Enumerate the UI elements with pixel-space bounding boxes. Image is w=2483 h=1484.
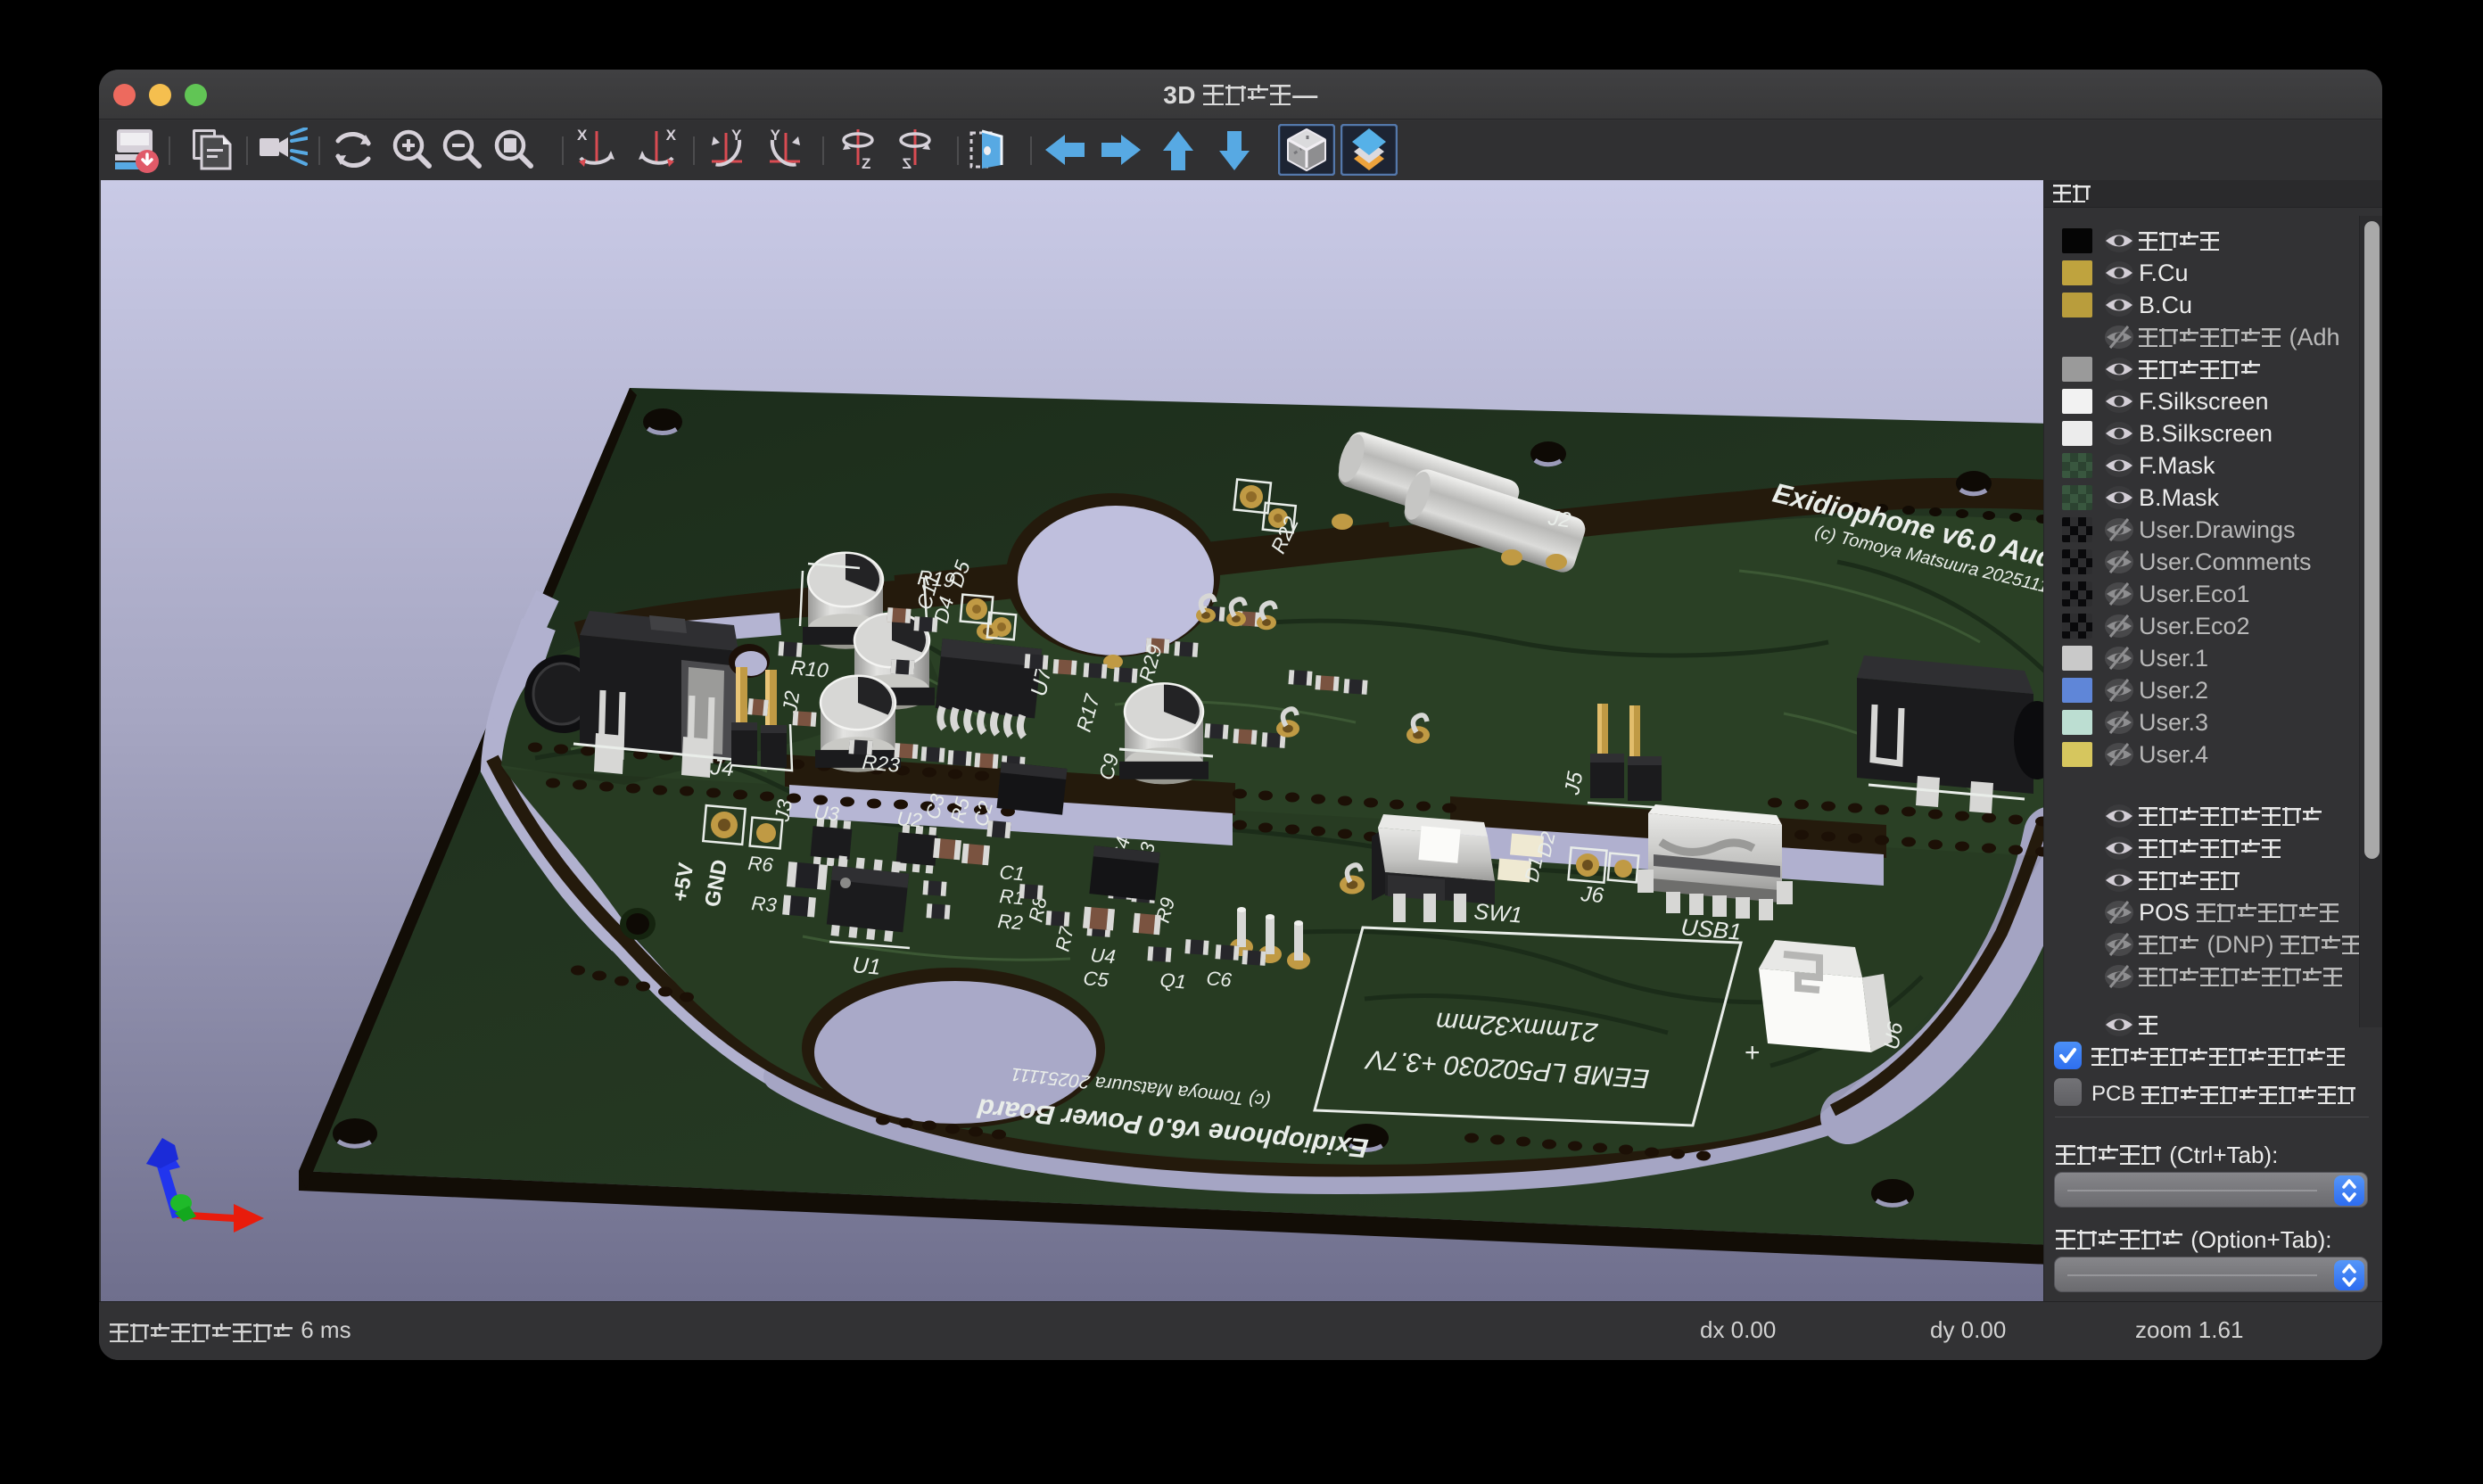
svg-text:J6: J6 [1579, 882, 1604, 908]
svg-text:J5: J5 [1560, 770, 1588, 797]
svg-text:U4: U4 [1090, 944, 1117, 968]
svg-text:SW1: SW1 [1472, 899, 1522, 928]
svg-text:R2: R2 [997, 910, 1024, 934]
svg-text:+: + [1745, 1038, 1761, 1068]
svg-text:R6: R6 [747, 852, 775, 876]
svg-text:J4: J4 [708, 754, 735, 781]
svg-text:R10: R10 [790, 655, 830, 682]
svg-text:J3: J3 [770, 797, 796, 824]
svg-text:U1: U1 [851, 952, 881, 980]
svg-text:X: X [577, 128, 588, 144]
svg-text:J2: J2 [778, 689, 804, 715]
svg-text:C6: C6 [1206, 967, 1233, 991]
svg-text:U6: U6 [1879, 1019, 1908, 1051]
svg-text:U3: U3 [813, 801, 841, 825]
svg-text:Z: Z [903, 155, 912, 172]
svg-text:C1: C1 [999, 861, 1026, 885]
svg-text:Q1: Q1 [1159, 969, 1187, 993]
svg-text:R23: R23 [862, 750, 902, 777]
svg-text:U2: U2 [896, 807, 923, 831]
svg-text:J2: J2 [1546, 506, 1572, 532]
svg-text:X: X [665, 128, 676, 144]
svg-text:R3: R3 [751, 892, 779, 916]
svg-text:Z: Z [862, 155, 870, 172]
svg-text:C5: C5 [1083, 967, 1110, 991]
